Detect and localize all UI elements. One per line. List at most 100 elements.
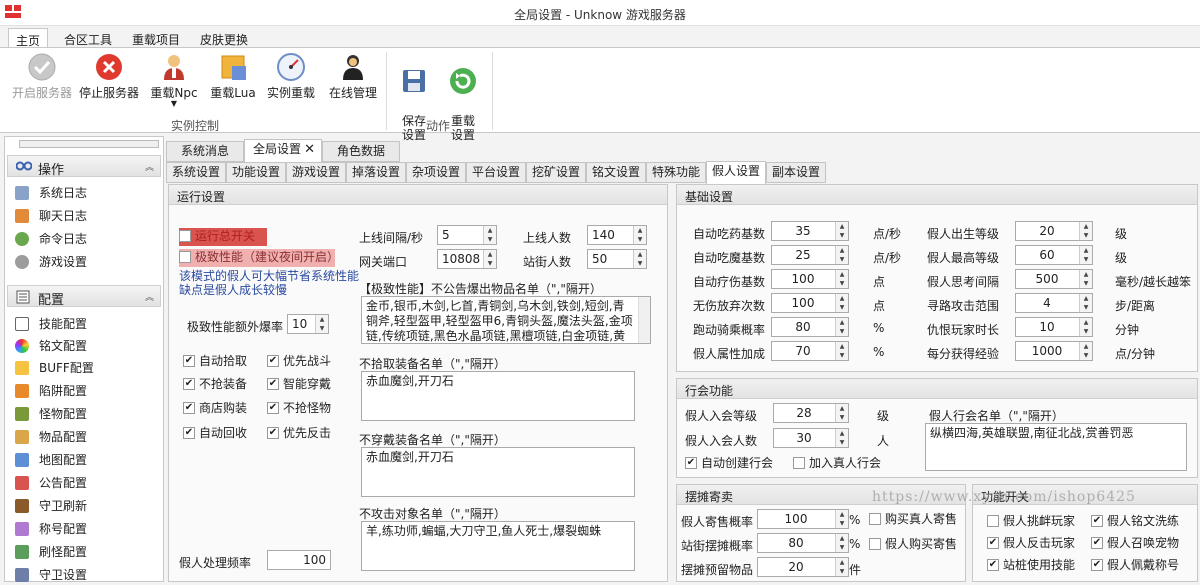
basic-left-4-stepper[interactable]: 80 ▲ ▼ bbox=[771, 317, 849, 337]
smart-equip-checkbox[interactable]: ✔ 智能穿戴 bbox=[267, 376, 331, 392]
tab-global-settings[interactable]: 全局设置 ✕ bbox=[244, 139, 322, 162]
tab-platform-settings[interactable]: 平台设置 bbox=[466, 162, 526, 183]
bot-wear-title-checkbox[interactable]: ✔ 假人佩戴称号 bbox=[1091, 557, 1179, 573]
bot-provoke-checkbox[interactable]: 假人挑衅玩家 bbox=[987, 513, 1075, 529]
stepper-arrows-icon[interactable]: ▲ ▼ bbox=[633, 226, 646, 244]
auto-create-guild-checkbox[interactable]: ✔ 自动创建行会 bbox=[685, 455, 773, 471]
sidebar-item-guard-settings[interactable]: 守卫设置 bbox=[15, 565, 87, 585]
stepper-arrows-icon[interactable]: ▲ ▼ bbox=[1079, 246, 1092, 264]
sidebar-item-trap-config[interactable]: 陷阱配置 bbox=[15, 381, 87, 401]
tab-bot-settings[interactable]: 假人设置 bbox=[706, 161, 766, 184]
reload-instance-button[interactable]: 实例重载 bbox=[262, 52, 320, 100]
stop-server-button[interactable]: 停止服务器 bbox=[78, 52, 140, 100]
bot-summon-pet-checkbox[interactable]: ✔ 假人召唤宠物 bbox=[1091, 535, 1179, 551]
basic-right-0-stepper[interactable]: 20 ▲ ▼ bbox=[1015, 221, 1093, 241]
stepper-arrows-icon[interactable]: ▲ ▼ bbox=[835, 318, 848, 336]
sidebar-item-chat-log[interactable]: 聊天日志 bbox=[15, 206, 87, 226]
online-manage-button[interactable]: 在线管理 bbox=[326, 52, 380, 100]
basic-right-2-stepper[interactable]: 500 ▲ ▼ bbox=[1015, 269, 1093, 289]
tab-misc-settings[interactable]: 杂项设置 bbox=[406, 162, 466, 183]
process-frequency-input[interactable]: 100 bbox=[267, 550, 331, 570]
tab-system-settings[interactable]: 系统设置 bbox=[166, 162, 226, 183]
stand-count-stepper[interactable]: 50 ▲ ▼ bbox=[587, 249, 647, 269]
no-wear-list-textarea[interactable]: 赤血魔剑,开刀石 bbox=[361, 447, 635, 497]
tab-mining-settings[interactable]: 挖矿设置 bbox=[526, 162, 586, 183]
basic-left-0-stepper[interactable]: 35 ▲ ▼ bbox=[771, 221, 849, 241]
tab-dungeon-settings[interactable]: 副本设置 bbox=[766, 162, 826, 183]
collapse-chevron-icon[interactable]: ︽ bbox=[145, 160, 154, 173]
stand-use-skill-checkbox[interactable]: ✔ 站桩使用技能 bbox=[987, 557, 1075, 573]
guild-level-stepper[interactable]: 28 ▲ ▼ bbox=[773, 403, 849, 423]
stepper-arrows-icon[interactable]: ▲ ▼ bbox=[1079, 294, 1092, 312]
no-steal-monster-checkbox[interactable]: ✔ 不抢怪物 bbox=[267, 400, 331, 416]
stepper-arrows-icon[interactable]: ▲ ▼ bbox=[835, 222, 848, 240]
ribbon-tab-home[interactable]: 主页 bbox=[8, 28, 48, 49]
stepper-arrows-icon[interactable]: ▲ ▼ bbox=[835, 404, 848, 422]
bot-rune-wash-checkbox[interactable]: ✔ 假人铭文洗练 bbox=[1091, 513, 1179, 529]
tab-function-settings[interactable]: 功能设置 bbox=[226, 162, 286, 183]
stepper-arrows-icon[interactable]: ▲ ▼ bbox=[835, 534, 848, 552]
guild-count-stepper[interactable]: 30 ▲ ▼ bbox=[773, 428, 849, 448]
shop-buy-checkbox[interactable]: ✔ 商店购装 bbox=[183, 400, 247, 416]
ribbon-tab-merge[interactable]: 合区工具 bbox=[56, 28, 120, 49]
sidebar-section-operation[interactable]: 操作 ︽ bbox=[7, 155, 161, 178]
close-icon[interactable]: ✕ bbox=[304, 140, 315, 159]
extreme-drop-stepper[interactable]: 10 ▲ ▼ bbox=[287, 314, 329, 334]
stepper-arrows-icon[interactable]: ▲ ▼ bbox=[835, 558, 848, 576]
tab-system-messages[interactable]: 系统消息 bbox=[166, 141, 244, 162]
basic-left-2-stepper[interactable]: 100 ▲ ▼ bbox=[771, 269, 849, 289]
auto-pickup-checkbox[interactable]: ✔ 自动拾取 bbox=[183, 353, 247, 369]
auto-recycle-checkbox[interactable]: ✔ 自动回收 bbox=[183, 425, 247, 441]
online-count-stepper[interactable]: 140 ▲ ▼ bbox=[587, 225, 647, 245]
sidebar-item-command-log[interactable]: 命令日志 bbox=[15, 229, 87, 249]
tab-game-settings[interactable]: 游戏设置 bbox=[286, 162, 346, 183]
bot-counter-checkbox[interactable]: ✔ 假人反击玩家 bbox=[987, 535, 1075, 551]
online-interval-stepper[interactable]: 5 ▲ ▼ bbox=[437, 225, 497, 245]
prefer-counter-checkbox[interactable]: ✔ 优先反击 bbox=[267, 425, 331, 441]
basic-right-1-stepper[interactable]: 60 ▲ ▼ bbox=[1015, 245, 1093, 265]
ribbon-tab-reload[interactable]: 重载项目 bbox=[126, 28, 186, 49]
sidebar-item-game-settings[interactable]: 游戏设置 bbox=[15, 252, 87, 272]
stepper-arrows-icon[interactable]: ▲ ▼ bbox=[1079, 342, 1092, 360]
sidebar-item-notice-config[interactable]: 公告配置 bbox=[15, 473, 87, 493]
bot-buy-consign-checkbox[interactable]: 假人购买寄售 bbox=[869, 536, 957, 552]
reload-lua-button[interactable]: 重载Lua bbox=[208, 52, 258, 100]
stepper-arrows-icon[interactable]: ▲ ▼ bbox=[315, 315, 328, 333]
sidebar-scroll-handle[interactable] bbox=[19, 140, 159, 148]
start-server-button[interactable]: 开启服务器 bbox=[8, 52, 76, 100]
stall-row-1-stepper[interactable]: 80 ▲ ▼ bbox=[757, 533, 849, 553]
extreme-performance-checkbox[interactable]: 极致性能（建议夜间开启） bbox=[179, 249, 339, 267]
sidebar-item-title-config[interactable]: 称号配置 bbox=[15, 519, 87, 539]
sidebar-item-spawn-config[interactable]: 刷怪配置 bbox=[15, 542, 87, 562]
sidebar-item-map-config[interactable]: 地图配置 bbox=[15, 450, 87, 470]
stepper-arrows-icon[interactable]: ▲ ▼ bbox=[1079, 318, 1092, 336]
no-attack-list-textarea[interactable]: 羊,练功师,蝙蝠,大刀守卫,鱼人死士,爆裂蜘蛛 bbox=[361, 521, 635, 571]
stepper-arrows-icon[interactable]: ▲ ▼ bbox=[1079, 222, 1092, 240]
stepper-arrows-icon[interactable]: ▲ ▼ bbox=[835, 246, 848, 264]
ribbon-tab-skin[interactable]: 皮肤更换 bbox=[194, 28, 254, 49]
prefer-fight-checkbox[interactable]: ✔ 优先战斗 bbox=[267, 353, 331, 369]
stepper-arrows-icon[interactable]: ▲ ▼ bbox=[835, 510, 848, 528]
stepper-arrows-icon[interactable]: ▲ ▼ bbox=[483, 250, 496, 268]
no-grab-equipment-checkbox[interactable]: ✔ 不抢装备 bbox=[183, 376, 247, 392]
stall-row-2-stepper[interactable]: 20 ▲ ▼ bbox=[757, 557, 849, 577]
reload-npc-button[interactable]: 重载Npc ▼ bbox=[148, 52, 200, 108]
no-pickup-list-textarea[interactable]: 赤血魔剑,开刀石 bbox=[361, 371, 635, 421]
stall-row-0-stepper[interactable]: 100 ▲ ▼ bbox=[757, 509, 849, 529]
basic-right-5-stepper[interactable]: 1000 ▲ ▼ bbox=[1015, 341, 1093, 361]
stepper-arrows-icon[interactable]: ▲ ▼ bbox=[835, 342, 848, 360]
sidebar-item-rune-config[interactable]: 铭文配置 bbox=[15, 336, 87, 356]
stepper-arrows-icon[interactable]: ▲ ▼ bbox=[835, 270, 848, 288]
stepper-arrows-icon[interactable]: ▲ ▼ bbox=[835, 429, 848, 447]
basic-right-3-stepper[interactable]: 4 ▲ ▼ bbox=[1015, 293, 1093, 313]
guild-names-textarea[interactable]: 纵横四海,英雄联盟,南征北战,赏善罚恶 bbox=[925, 423, 1187, 471]
sidebar-item-item-config[interactable]: 物品配置 bbox=[15, 427, 87, 447]
tab-drop-settings[interactable]: 掉落设置 bbox=[346, 162, 406, 183]
sidebar-item-system-log[interactable]: 系统日志 bbox=[15, 183, 87, 203]
sidebar-item-skill-config[interactable]: 技能配置 bbox=[15, 314, 87, 334]
basic-left-5-stepper[interactable]: 70 ▲ ▼ bbox=[771, 341, 849, 361]
join-real-guild-checkbox[interactable]: 加入真人行会 bbox=[793, 455, 881, 471]
sidebar-item-guard-refresh[interactable]: 守卫刷新 bbox=[15, 496, 87, 516]
stepper-arrows-icon[interactable]: ▲ ▼ bbox=[633, 250, 646, 268]
tab-rune-settings[interactable]: 铭文设置 bbox=[586, 162, 646, 183]
